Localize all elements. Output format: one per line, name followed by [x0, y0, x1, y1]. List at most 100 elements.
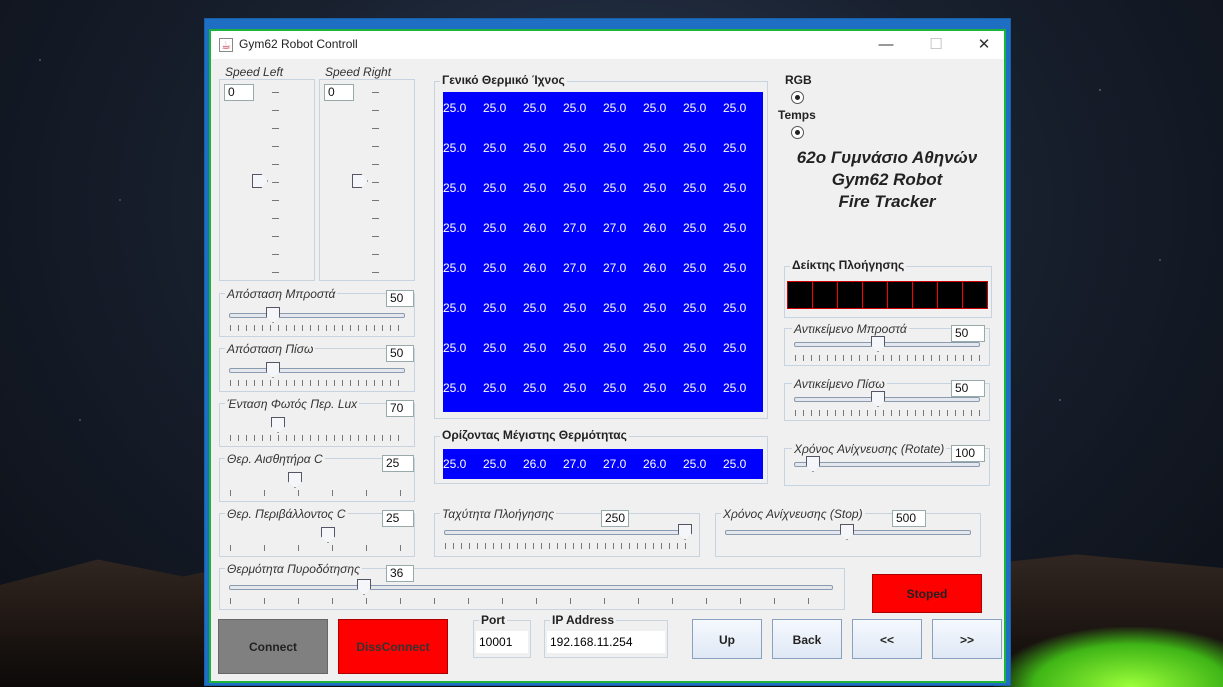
thermal-map-grid: 25.0 25.0 25.0 25.0 25.0 25.0 25.0 25.0 25.0 25.0… [443, 92, 763, 412]
detect-stop-field[interactable]: 500 [892, 510, 926, 527]
ip-input[interactable]: 192.168.11.254 [547, 631, 665, 653]
ip-label: IP Address [550, 613, 617, 627]
speed-right-panel: 0 [319, 79, 415, 281]
nav-indicator-cell [888, 282, 913, 308]
minimize-button[interactable]: — [863, 31, 909, 59]
title-bar[interactable]: ☕ Gym62 Robot Controll — ☐ ✕ [211, 31, 1004, 59]
thermal-cell: 25.0 [683, 141, 707, 155]
thermal-cell: 25.0 [683, 261, 707, 275]
nav-speed-ticks [445, 543, 691, 549]
horizon-cell: 25.0 [723, 457, 747, 471]
thermal-cell: 25.0 [563, 381, 587, 395]
speed-right-slider[interactable] [352, 174, 368, 188]
object-rear-label: Αντικείμενο Πίσω [792, 377, 887, 391]
thermal-cell: 25.0 [723, 381, 747, 395]
ambient-temp-label: Θερ. Περιβάλλοντος C [225, 507, 348, 521]
temps-radio-label: Temps [778, 108, 816, 122]
nav-indicator-cell [863, 282, 888, 308]
fire-temp-slider[interactable] [357, 579, 371, 595]
nav-indicator-panel: Δείκτης Πλοήγησης [784, 258, 992, 318]
port-label: Port [479, 613, 507, 627]
thermal-cell: 25.0 [603, 381, 627, 395]
thermal-cell: 27.0 [563, 261, 587, 275]
front-distance-slider[interactable] [266, 307, 280, 323]
speed-right-ticks [372, 92, 379, 277]
thermal-cell: 25.0 [563, 141, 587, 155]
port-input[interactable]: 10001 [476, 631, 528, 653]
front-distance-field[interactable]: 50 [386, 290, 414, 307]
thermal-cell: 25.0 [723, 301, 747, 315]
front-distance-label: Απόσταση Μπροστά [225, 287, 338, 301]
thermal-cell: 25.0 [443, 381, 467, 395]
thermal-cell: 25.0 [563, 181, 587, 195]
horizon-row: 25.0 25.0 26.0 27.0 27.0 26.0 25.0 25.0 [443, 449, 763, 479]
thermal-cell: 25.0 [443, 181, 467, 195]
thermal-cell: 25.0 [443, 101, 467, 115]
rear-distance-track [229, 368, 405, 373]
back-button[interactable]: Back [772, 619, 842, 659]
connect-button[interactable]: Connect [218, 619, 328, 674]
thermal-cell: 25.0 [483, 181, 507, 195]
object-front-slider[interactable] [871, 336, 885, 352]
sensor-temp-field[interactable]: 25 [382, 455, 414, 472]
heading-robot: Gym62 Robot [831, 170, 943, 189]
thermal-cell: 25.0 [723, 181, 747, 195]
detect-rotate-label: Χρόνος Ανίχνευσης (Rotate) [792, 442, 947, 456]
nav-indicator-title: Δείκτης Πλοήγησης [790, 258, 907, 272]
speed-left-field[interactable]: 0 [224, 84, 254, 101]
up-button[interactable]: Up [692, 619, 762, 659]
fire-temp-field[interactable]: 36 [386, 565, 414, 582]
maximize-button[interactable]: ☐ [913, 31, 959, 59]
speed-left-label: Speed Left [225, 65, 284, 79]
rgb-radio[interactable] [791, 91, 804, 104]
horizon-cell: 25.0 [483, 457, 507, 471]
rotate-right-button[interactable]: >> [932, 619, 1002, 659]
nav-speed-slider[interactable] [678, 524, 692, 540]
light-lux-slider[interactable] [271, 417, 285, 433]
close-button[interactable]: ✕ [961, 31, 1007, 59]
nav-speed-label: Ταχύτητα Πλοήγησης [440, 507, 557, 521]
app-heading: 62ο Γυμνάσιο Αθηνών Gym62 Robot Fire Tra… [781, 147, 993, 213]
nav-speed-panel: Ταχύτητα Πλοήγησης 250 [434, 507, 700, 557]
thermal-cell: 26.0 [523, 221, 547, 235]
rear-distance-label: Απόσταση Πίσω [225, 342, 316, 356]
detect-stop-slider[interactable] [840, 524, 854, 540]
app-window-content: ☕ Gym62 Robot Controll — ☐ ✕ Speed Left … [209, 29, 1006, 683]
rear-distance-slider[interactable] [266, 362, 280, 378]
sensor-temp-slider[interactable] [288, 472, 302, 488]
detect-rotate-track [794, 462, 980, 467]
rear-distance-panel: Απόσταση Πίσω 50 [219, 342, 415, 392]
object-front-field[interactable]: 50 [951, 325, 985, 342]
thermal-cell: 25.0 [563, 101, 587, 115]
ambient-temp-field[interactable]: 25 [382, 510, 414, 527]
rear-distance-ticks [230, 380, 406, 386]
disconnect-button[interactable]: DissConnect [338, 619, 448, 674]
detect-rotate-field[interactable]: 100 [951, 445, 985, 462]
ip-panel: IP Address 192.168.11.254 [544, 613, 668, 658]
thermal-cell: 25.0 [603, 181, 627, 195]
object-rear-slider[interactable] [871, 391, 885, 407]
heading-subtitle: Fire Tracker [838, 192, 936, 211]
thermal-cell: 25.0 [683, 301, 707, 315]
thermal-cell: 25.0 [683, 381, 707, 395]
light-lux-ticks [230, 435, 406, 441]
rear-distance-field[interactable]: 50 [386, 345, 414, 362]
horizon-cell: 25.0 [443, 457, 467, 471]
thermal-cell: 25.0 [643, 301, 667, 315]
speed-left-slider[interactable] [252, 174, 268, 188]
thermal-cell: 25.0 [643, 381, 667, 395]
object-rear-field[interactable]: 50 [951, 380, 985, 397]
rotate-left-button[interactable]: << [852, 619, 922, 659]
thermal-cell: 25.0 [483, 261, 507, 275]
detect-rotate-slider[interactable] [806, 456, 820, 472]
ambient-temp-slider[interactable] [321, 527, 335, 543]
horizon-title: Ορίζοντας Μέγιστης Θερμότητας [440, 428, 629, 442]
thermal-cell: 25.0 [443, 221, 467, 235]
temps-radio[interactable] [791, 126, 804, 139]
nav-indicator-cell [963, 282, 987, 308]
light-lux-field[interactable]: 70 [386, 400, 414, 417]
speed-right-field[interactable]: 0 [324, 84, 354, 101]
nav-speed-field[interactable]: 250 [601, 510, 629, 527]
thermal-cell: 25.0 [563, 341, 587, 355]
thermal-cell: 26.0 [523, 261, 547, 275]
